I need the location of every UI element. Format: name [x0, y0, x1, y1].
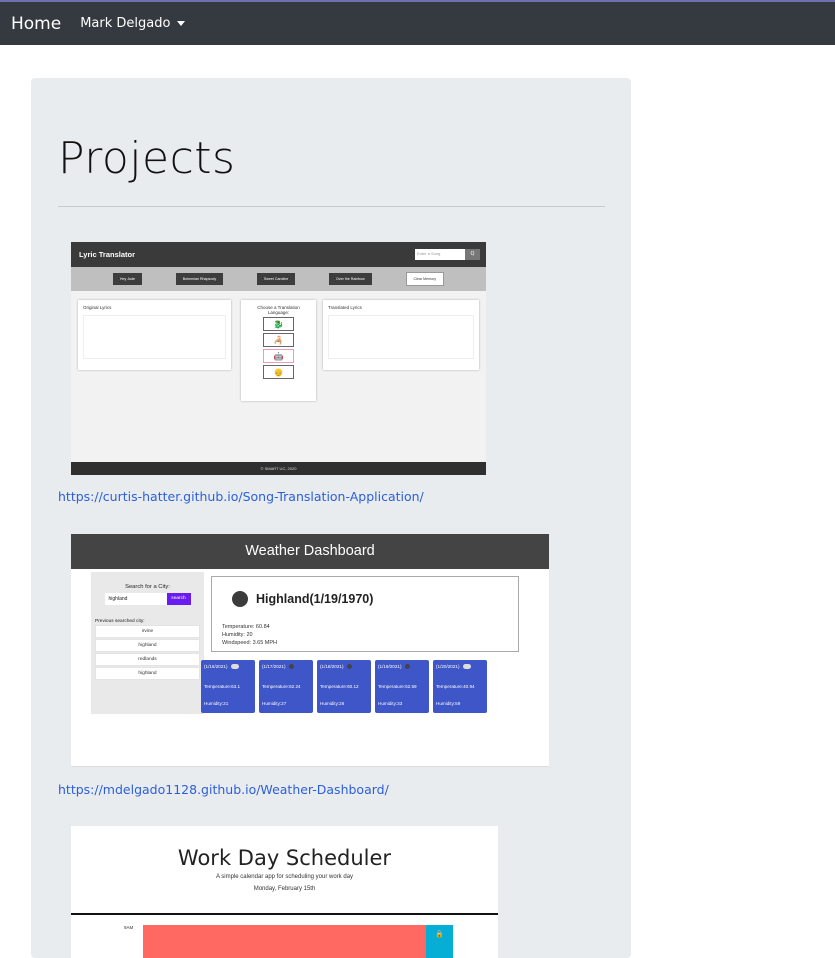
wd-search-input: highland: [104, 593, 167, 605]
wd-previous-city: redlands: [95, 653, 200, 666]
ws-time-slot: [143, 925, 426, 958]
wd-previous-city: irvine: [95, 625, 200, 638]
forecast-card: (1/20/2021) Temperature:40.94 Humidity:5…: [433, 660, 487, 713]
forecast-humidity: Humidity:27: [262, 701, 287, 706]
weather-dot-icon: [346, 664, 352, 670]
lt-app-title: Lyric Translator: [79, 250, 135, 259]
forecast-card: (1/17/2021) Temperature:62.24 Humidity:2…: [259, 660, 313, 713]
face-icon: 👴: [263, 365, 294, 379]
project-link-weather-dashboard[interactable]: https://mdelgado1128.github.io/Weather-D…: [58, 782, 389, 797]
wd-search-label: Search for a City:: [125, 584, 170, 590]
lt-song-bar: Hey Jude Bohemian Rhapsody Sweet Carolin…: [71, 267, 486, 291]
forecast-card: (1/19/2021) Temperature:52.59 Humidity:3…: [375, 660, 429, 713]
weather-dot-icon: [404, 664, 410, 670]
forecast-date: (1/16/2021): [204, 664, 252, 670]
project-screenshot-work-day-scheduler: Work Day Scheduler A simple calendar app…: [71, 826, 498, 958]
wd-sidebar: Search for a City: highland search Previ…: [91, 572, 204, 714]
creature-icon: 🦂: [263, 333, 294, 347]
top-navbar: Home Mark Delgado: [0, 0, 835, 45]
lt-translated-box: Translated Lyrics: [323, 300, 479, 370]
forecast-date: (1/20/2021): [436, 664, 484, 670]
wd-windspeed: Windspeed: 3.65 MPH: [222, 640, 278, 646]
user-dropdown[interactable]: Mark Delgado: [80, 16, 186, 31]
lt-header: Lyric Translator Enter a Song Q: [71, 242, 486, 267]
wd-previous-city: highland: [95, 667, 200, 680]
user-dropdown-label: Mark Delgado: [80, 16, 171, 31]
forecast-humidity: Humidity:21: [204, 701, 229, 706]
forecast-temp: Temperature:63.1: [204, 684, 241, 689]
lt-search: Enter a Song Q: [415, 249, 480, 260]
forecast-humidity: Humidity:33: [378, 701, 403, 706]
forecast-card: (1/16/2021) Temperature:63.1 Humidity:21: [201, 660, 255, 713]
lock-icon: 🔒: [426, 925, 453, 958]
wd-temperature: Temperature: 60.84: [222, 624, 270, 630]
rain-cloud-icon: [462, 664, 471, 670]
forecast-temp: Temperature:52.59: [378, 684, 417, 689]
caret-down-icon: [177, 21, 186, 26]
lt-clear-button: Clear Memory: [405, 272, 445, 286]
lt-search-button: Q: [465, 249, 480, 260]
lt-translated-area: [328, 315, 474, 359]
wd-search-button: search: [166, 593, 191, 605]
ws-date: Monday, February 15th: [253, 886, 316, 892]
ws-hour-label: 9AM: [124, 925, 134, 930]
lt-language-box: Choose a Translation Language: 🐉 🦂 🤖 👴: [241, 300, 316, 401]
wd-current-weather: Highland(1/19/1970) Temperature: 60.84 H…: [211, 576, 519, 652]
project-screenshot-lyric-translator: Lyric Translator Enter a Song Q Hey Jude…: [71, 242, 486, 475]
lt-original-label: Original Lyrics: [83, 305, 112, 310]
wd-previous-label: Previous searched city:: [95, 619, 145, 624]
project-link-lyric-translator[interactable]: https://curtis-hatter.github.io/Song-Tra…: [58, 489, 424, 504]
forecast-temp: Temperature:40.94: [436, 684, 475, 689]
wd-search-row: highland search: [91, 593, 204, 605]
wd-header: Weather Dashboard: [71, 534, 549, 569]
page-title: Projects: [58, 133, 236, 184]
forecast-date: (1/18/2021): [320, 664, 368, 670]
lt-song-button: Hey Jude: [112, 273, 143, 285]
cloud-icon: [230, 664, 239, 670]
forecast-temp: Temperature:60.12: [320, 684, 359, 689]
forecast-date: (1/17/2021): [262, 664, 310, 670]
ws-title: Work Day Scheduler: [177, 846, 392, 870]
lt-song-button: Over the Rainbow: [329, 273, 372, 285]
forecast-card: (1/18/2021) Temperature:60.12 Humidity:2…: [317, 660, 371, 713]
projects-panel: Projects Lyric Translator Enter a Song Q…: [31, 78, 631, 958]
dragon-icon: 🐉: [263, 317, 294, 331]
title-divider: [58, 206, 605, 207]
forecast-temp: Temperature:62.24: [262, 684, 301, 689]
lt-original-box: Original Lyrics: [78, 300, 231, 370]
wd-current-stats: Temperature: 60.84 Humidity: 20 Windspee…: [222, 623, 277, 647]
robot-icon: 🤖: [263, 349, 294, 363]
wd-current-title: Highland(1/19/1970): [256, 592, 374, 606]
forecast-humidity: Humidity:59: [436, 701, 461, 706]
ws-subtitle: A simple calendar app for scheduling you…: [215, 874, 354, 880]
lt-song-button: Bohemian Rhapsody: [175, 273, 224, 285]
forecast-date: (1/19/2021): [378, 664, 426, 670]
project-screenshot-weather-dashboard: Weather Dashboard Search for a City: hig…: [71, 534, 549, 767]
weather-condition-icon: [232, 591, 248, 607]
wd-humidity: Humidity: 20: [222, 632, 253, 638]
ws-divider: [71, 913, 498, 915]
forecast-humidity: Humidity:26: [320, 701, 345, 706]
home-link[interactable]: Home: [11, 14, 61, 34]
lt-song-button: Sweet Caroline: [256, 273, 296, 285]
lt-choose-label: Choose a Translation Language:: [257, 305, 300, 315]
lt-translated-label: Translated Lyrics: [328, 305, 362, 310]
lt-footer: © SMART UC, 2020: [71, 462, 486, 475]
lt-search-input: Enter a Song: [415, 249, 465, 260]
wd-previous-city: highland: [95, 639, 200, 652]
weather-dot-icon: [288, 664, 294, 670]
wd-forecast: (1/16/2021) Temperature:63.1 Humidity:21…: [201, 660, 487, 713]
lt-original-area: [83, 315, 226, 359]
